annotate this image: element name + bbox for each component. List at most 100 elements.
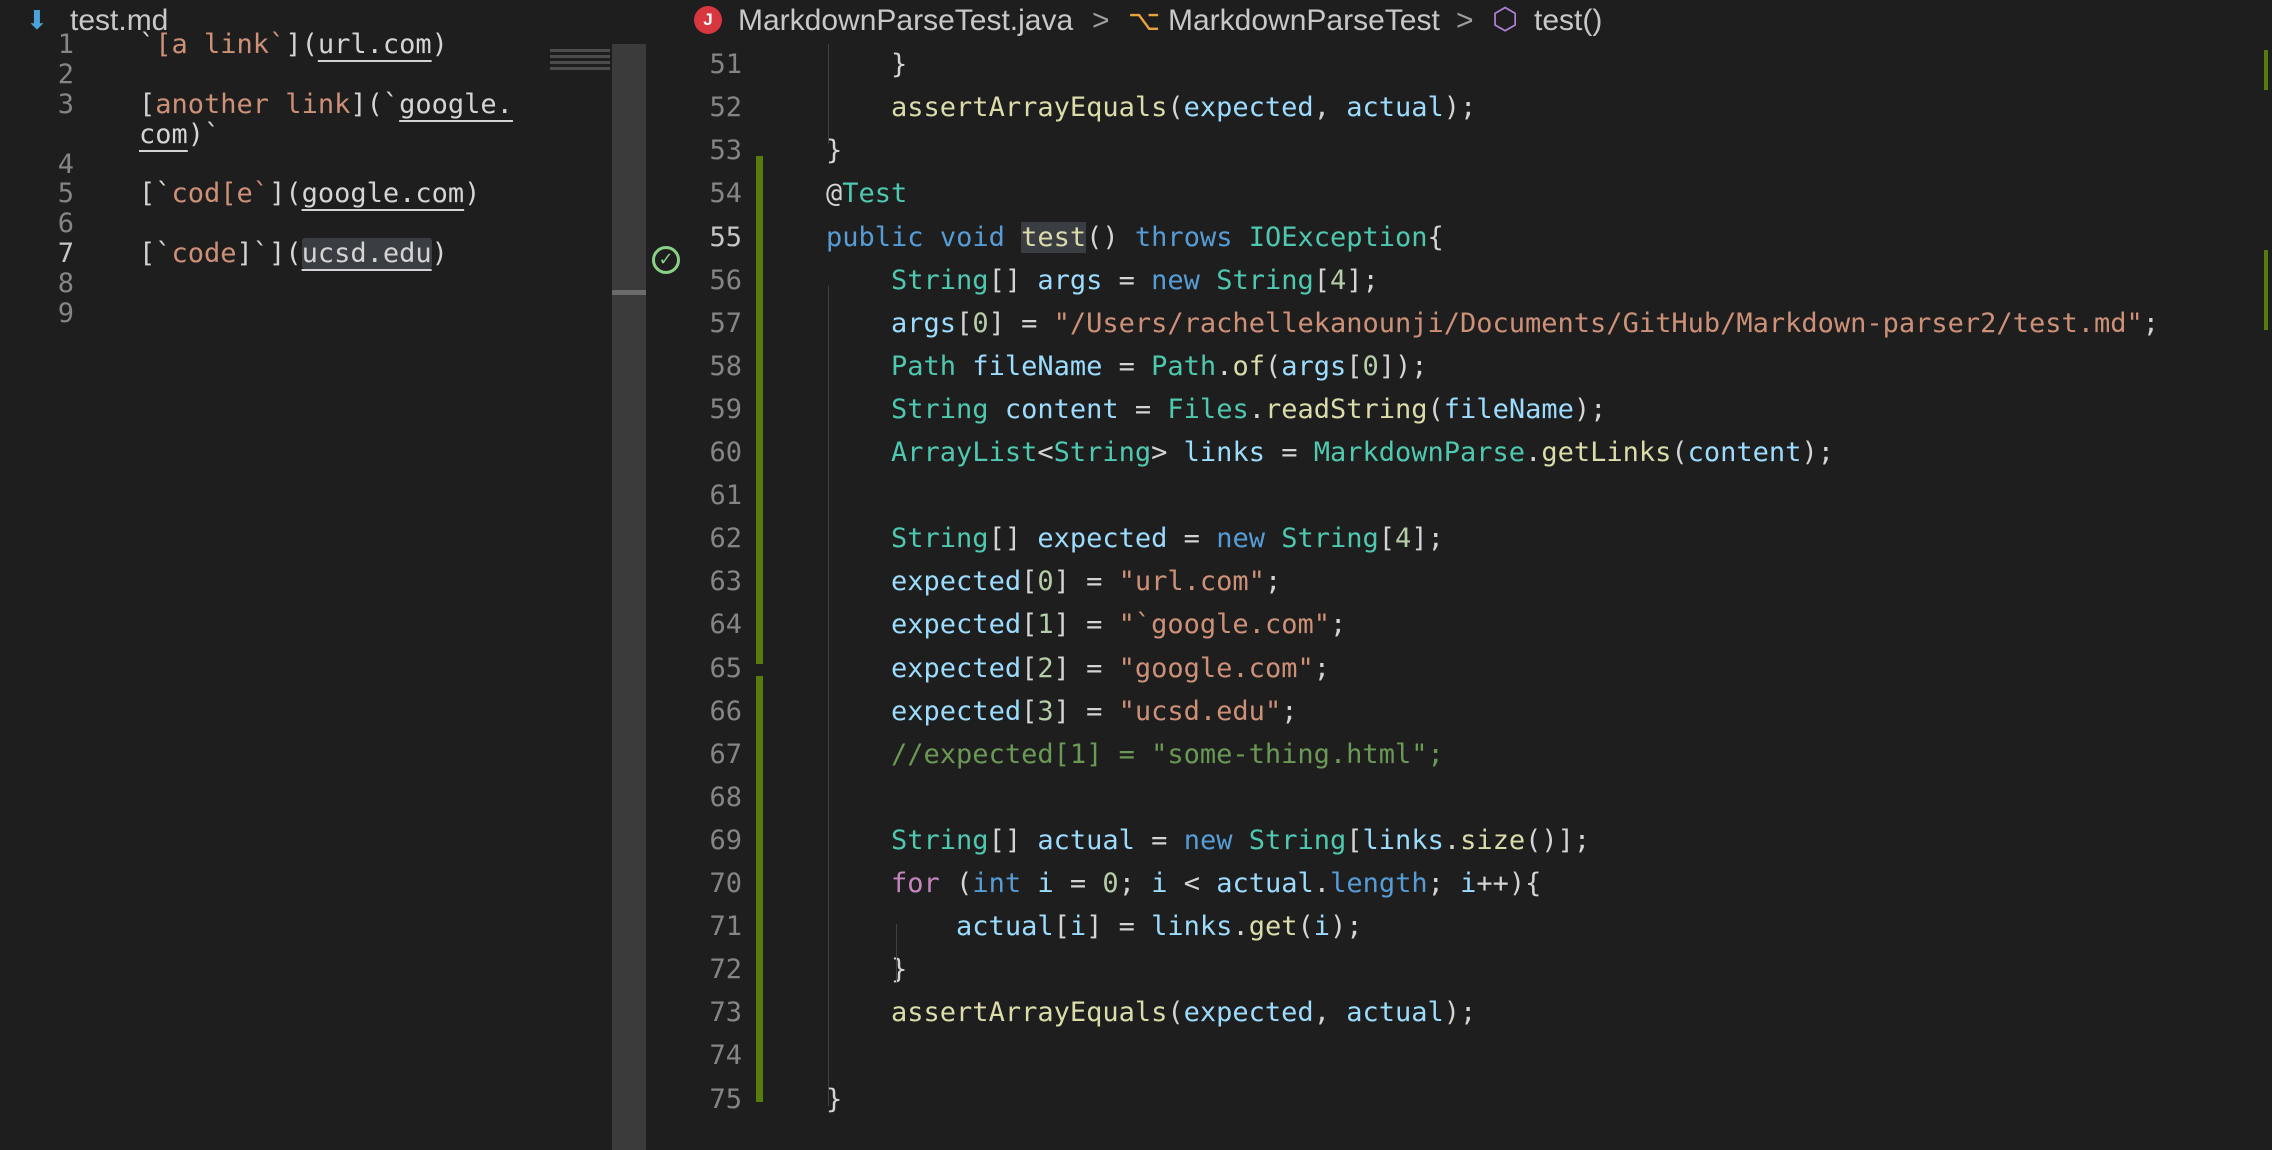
code-token: 4 [1395, 523, 1412, 555]
code-token: ]; [1411, 523, 1444, 555]
code-token: 2 [1037, 652, 1054, 684]
code-token: String [891, 393, 989, 425]
code-token: 1 [1037, 609, 1054, 641]
markdown-lines[interactable]: 1 `[a link`](url.com) 2 3 [another link](`go… [0, 0, 612, 1150]
markdown-file-tab[interactable]: ⬇ test.md [0, 0, 612, 44]
code-token: links [1151, 911, 1233, 943]
code-line[interactable]: 59 String content = Files.readString(fil… [646, 388, 2272, 431]
code-line[interactable]: 60 ArrayList<String> links = MarkdownPar… [646, 431, 2272, 474]
code-line[interactable]: 66 expected[3] = "ucsd.edu"; [646, 690, 2272, 733]
code-line[interactable]: 69 String[] actual = new String[links.si… [646, 819, 2272, 862]
code-token: ); [1573, 393, 1607, 425]
breadcrumb-file[interactable]: MarkdownParseTest.java [738, 3, 1073, 39]
code-token: of [1232, 350, 1265, 382]
code-token: ; [1313, 652, 1330, 684]
code-line[interactable]: 70 for (int i = 0; i < actual.length; i+… [646, 862, 2272, 905]
code-token: fileName [1443, 393, 1574, 425]
code-token: String [1053, 437, 1152, 468]
code-token: = [1053, 868, 1103, 899]
code-token: = [1264, 437, 1314, 468]
code-token: @ [826, 178, 843, 210]
code-line[interactable]: 65 expected[2] = "google.com"; [646, 647, 2272, 690]
code-token: Test [842, 178, 908, 210]
code-line[interactable]: 62 String[] expected = new String[4]; [646, 517, 2272, 560]
code-line[interactable]: 53} [646, 129, 2272, 172]
code-line-number: 63 [709, 566, 742, 598]
breadcrumb-separator-2: > [1456, 4, 1474, 37]
code-token: test [1021, 221, 1087, 253]
code-token: get [1248, 911, 1298, 943]
code-token: { [1427, 221, 1444, 253]
markdown-file-tab-label: test.md [70, 4, 169, 37]
code-token: ; [1118, 868, 1152, 899]
code-token: args [1281, 350, 1347, 382]
breadcrumb-method[interactable]: test() [1534, 3, 1602, 39]
code-token: ( [1167, 997, 1184, 1029]
code-token: ]; [1346, 264, 1379, 296]
code-line[interactable]: 54 @Test [646, 172, 2272, 215]
code-line-number: 62 [709, 523, 742, 555]
code-token: expected [1037, 523, 1168, 555]
markdown-scrollbar[interactable] [612, 44, 646, 1150]
code-token: ] = [988, 307, 1054, 339]
code-line-number: 69 [709, 824, 742, 856]
java-code-lines[interactable]: 50 actual[i] = links.get(i);51 }52 asser… [646, 0, 2272, 1150]
code-line[interactable]: 67 //expected[1] = "some-thing.html"; [646, 733, 2272, 776]
code-token: String [891, 523, 989, 555]
code-line[interactable]: 74 [646, 1034, 2272, 1077]
code-line-number: 75 [709, 1083, 742, 1115]
java-scrollbar[interactable] [2258, 44, 2272, 1150]
code-line-number: 66 [709, 695, 742, 727]
code-token: public [826, 221, 924, 253]
code-line[interactable]: 75} [646, 1078, 2272, 1121]
code-line[interactable]: 71 actual[i] = links.get(i); [646, 905, 2272, 948]
code-token: actual [956, 911, 1054, 943]
code-token: throws [1134, 221, 1233, 253]
code-line[interactable]: 51 } [646, 43, 2272, 86]
code-line[interactable]: 68 [646, 776, 2272, 819]
scrollbar-change-marker [2264, 50, 2268, 90]
java-editor[interactable]: 50 actual[i] = links.get(i);51 }52 asser… [646, 0, 2272, 1150]
code-token: size [1460, 824, 1526, 856]
code-line[interactable]: 52 assertArrayEquals(expected, actual); [646, 86, 2272, 129]
code-token: [ [1021, 695, 1038, 727]
markdown-editor[interactable]: 1 `[a link`](url.com) 2 3 [another link](`go… [0, 0, 612, 1150]
code-token: . [1216, 350, 1233, 382]
minimap[interactable] [550, 46, 610, 82]
code-token: 0 [1102, 868, 1119, 899]
test-passed-icon[interactable]: ✓ [652, 246, 680, 274]
code-line[interactable]: 73 assertArrayEquals(expected, actual); [646, 991, 2272, 1034]
markdown-line[interactable]: 9 [0, 292, 600, 336]
code-line[interactable]: 55 public void test() throws IOException{ [646, 216, 2272, 259]
code-token: MarkdownParse [1313, 437, 1526, 468]
code-line[interactable]: 56 String[] args = new String[4]; [646, 259, 2272, 302]
code-token: [] [988, 523, 1038, 555]
code-token: void [939, 221, 1005, 253]
code-line-number: 67 [709, 738, 742, 770]
git-change-gutter-marker[interactable] [756, 676, 763, 1102]
code-line[interactable]: 57 args[0] = "/Users/rachellekanounji/Do… [646, 302, 2272, 345]
code-token: ] = [1053, 652, 1119, 684]
code-token: String [891, 264, 989, 296]
code-line-number: 64 [709, 609, 742, 641]
code-token: "url.com" [1118, 566, 1265, 598]
code-line[interactable]: 61 [646, 474, 2272, 517]
code-line[interactable]: 63 expected[0] = "url.com"; [646, 560, 2272, 603]
breadcrumb-class[interactable]: MarkdownParseTest [1168, 3, 1440, 39]
code-line[interactable]: 72 } [646, 948, 2272, 991]
code-line-number: 52 [709, 92, 742, 124]
code-line-text: } [826, 43, 907, 86]
git-change-gutter-marker[interactable] [756, 156, 763, 664]
code-line[interactable]: 58 Path fileName = Path.of(args[0]); [646, 345, 2272, 388]
code-line-number: 74 [709, 1040, 742, 1072]
code-line-number: 57 [709, 307, 742, 339]
markdown-scrollbar-thumb[interactable] [612, 290, 646, 295]
code-line[interactable]: 64 expected[1] = "`google.com"; [646, 603, 2272, 646]
code-token: ( [1427, 393, 1444, 425]
